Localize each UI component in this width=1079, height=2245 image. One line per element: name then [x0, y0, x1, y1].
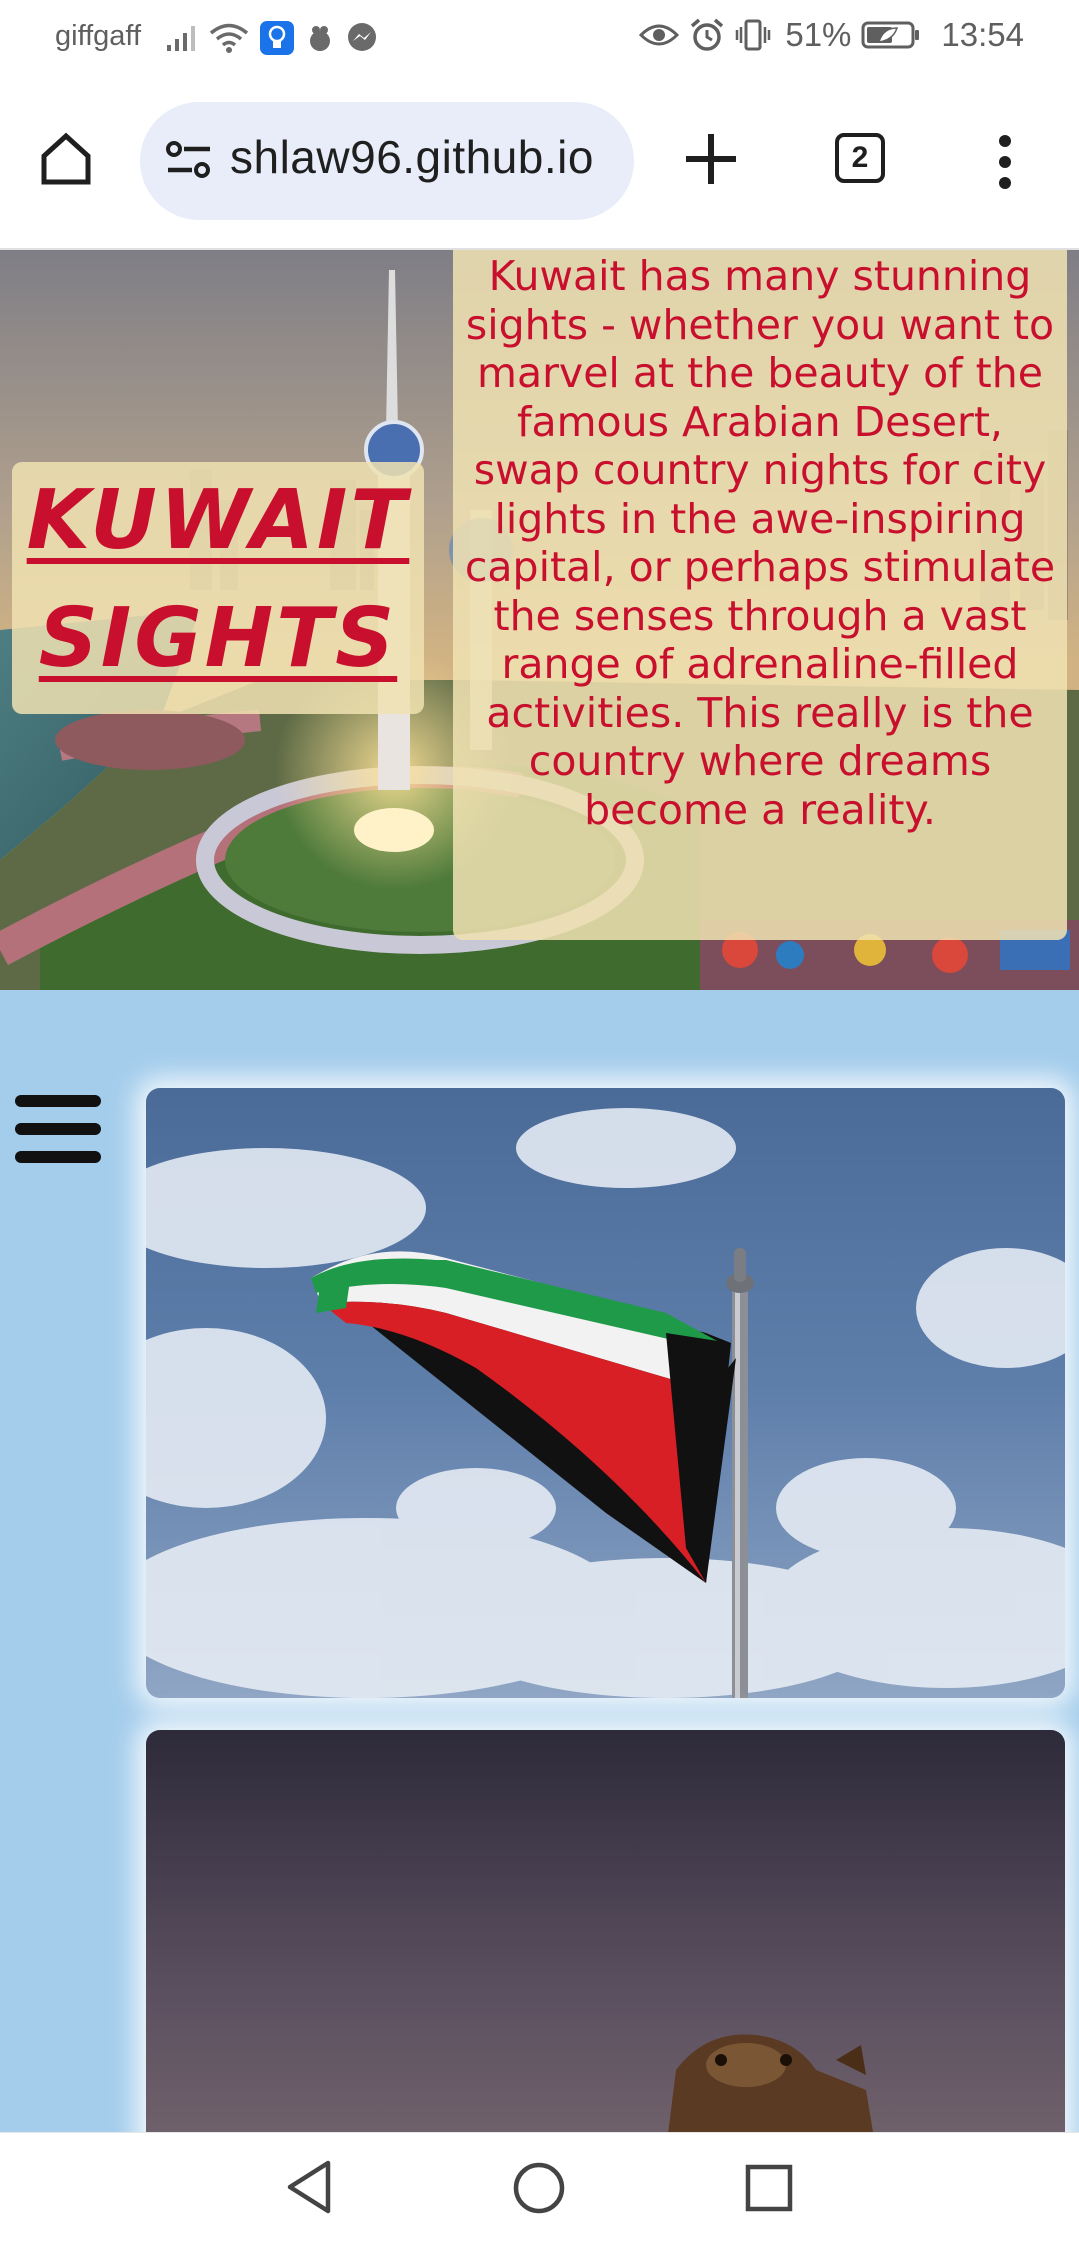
hero-banner: KUWAIT SIGHTS Kuwait has many stunning s… — [0, 250, 1079, 990]
camel-photo[interactable] — [146, 1730, 1065, 2132]
description-box: Kuwait has many stunning sights - whethe… — [453, 250, 1067, 940]
kuwait-flag-photo[interactable] — [146, 1088, 1065, 1698]
tab-switcher-icon[interactable]: 2 — [835, 133, 885, 183]
flag-image — [146, 1088, 1065, 1698]
vibrate-icon — [736, 19, 771, 51]
wifi-icon — [209, 23, 249, 53]
hamburger-menu-icon[interactable] — [15, 1092, 101, 1166]
address-bar[interactable]: shlaw96.github.io — [140, 102, 634, 220]
carrier-label: giffgaff — [55, 20, 142, 52]
home-circle-icon[interactable] — [512, 2161, 566, 2215]
back-icon[interactable] — [284, 2159, 334, 2215]
page-title-line1: KUWAIT — [26, 473, 410, 568]
recents-icon[interactable] — [744, 2163, 794, 2213]
alarm-icon — [691, 18, 724, 51]
messenger-icon — [348, 23, 376, 51]
site-settings-icon[interactable] — [164, 138, 214, 182]
status-bar: giffgaff 51% 13:54 — [0, 0, 1079, 76]
page-title-line2: SIGHTS — [38, 591, 398, 686]
more-menu-icon[interactable] — [990, 132, 1020, 192]
main-content — [0, 990, 1079, 2132]
status-icons-left — [165, 18, 379, 58]
camel-image — [146, 1730, 1065, 2132]
clock: 13:54 — [941, 16, 1024, 53]
lightbulb-app-icon — [260, 21, 294, 55]
eye-comfort-icon — [639, 24, 680, 46]
battery-icon — [861, 21, 920, 49]
signal-icon — [167, 26, 195, 51]
title-box: KUWAIT SIGHTS — [12, 462, 424, 714]
url-text[interactable]: shlaw96.github.io — [230, 130, 594, 184]
system-nav-bar — [0, 2132, 1079, 2245]
browser-toolbar: shlaw96.github.io 2 — [0, 76, 1079, 250]
app-notification-icon — [310, 26, 330, 51]
status-icons-right: 51% 13:54 — [639, 16, 1024, 54]
intro-description: Kuwait has many stunning sights - whethe… — [464, 252, 1056, 834]
home-icon[interactable] — [36, 128, 96, 188]
new-tab-icon[interactable] — [680, 128, 742, 190]
battery-percent: 51% — [785, 16, 852, 53]
